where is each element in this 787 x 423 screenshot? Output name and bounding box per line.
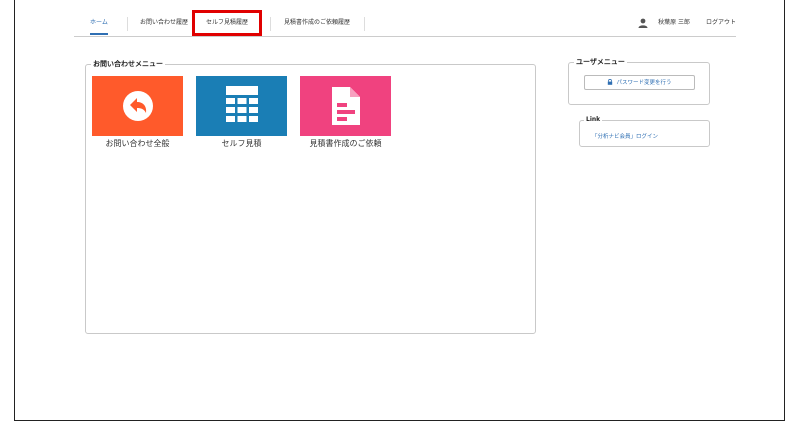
analysis-navi-login-link[interactable]: 「分析ナビ会員」ログイン [592,132,658,140]
tile-self-estimate[interactable]: セルフ見積 [196,76,287,149]
tab-quote-request-history[interactable]: 見積書作成のご依頼履歴 [284,13,350,33]
tile-self-estimate-box[interactable] [196,76,287,136]
tab-inquiry-history[interactable]: お問い合わせ履歴 [140,13,188,33]
tile-quote-request[interactable]: 見積書作成のご依頼 [300,76,391,149]
tile-self-estimate-label: セルフ見積 [221,139,262,148]
lock-icon [608,79,613,85]
tile-general-inquiry-box[interactable] [92,76,183,136]
reply-icon [122,91,153,121]
calculator-icon [225,86,258,122]
document-icon [331,87,360,125]
user-name: 秋葉原 三郎 [658,19,690,26]
change-password-button[interactable]: パスワード変更を行う [584,75,695,90]
user-menu-title: ユーザメニュー [574,57,627,67]
nav-divider [364,17,365,31]
inquiry-menu-title: お問い合わせメニュー [91,59,165,69]
tile-quote-request-box[interactable] [300,76,391,136]
link-panel-title: Link [584,116,603,123]
nav-divider [270,17,271,31]
tab-self-estimate-history[interactable]: セルフ見積履歴 [191,10,263,36]
user-icon [638,18,648,28]
inquiry-menu-panel: お問い合わせメニュー お問い合わせ全般 セルフ見積 見積書作成のご依頼 [85,59,536,334]
top-navigation: ホーム お問い合わせ履歴 セルフ見積履歴 見積書作成のご依頼履歴 秋葉原 三郎 ロ… [74,10,736,37]
user-area: 秋葉原 三郎 ログアウト [638,13,736,33]
tab-home[interactable]: ホーム [90,13,108,35]
user-menu-panel: ユーザメニュー パスワード変更を行う [568,57,710,105]
link-panel: Link 「分析ナビ会員」ログイン [579,116,710,147]
tile-general-inquiry-label: お問い合わせ全般 [105,139,170,148]
tile-quote-request-label: 見積書作成のご依頼 [309,139,382,148]
nav-divider [127,17,128,31]
tile-general-inquiry[interactable]: お問い合わせ全般 [92,76,183,149]
change-password-label: パスワード変更を行う [616,80,672,86]
logout-link[interactable]: ログアウト [706,19,736,26]
